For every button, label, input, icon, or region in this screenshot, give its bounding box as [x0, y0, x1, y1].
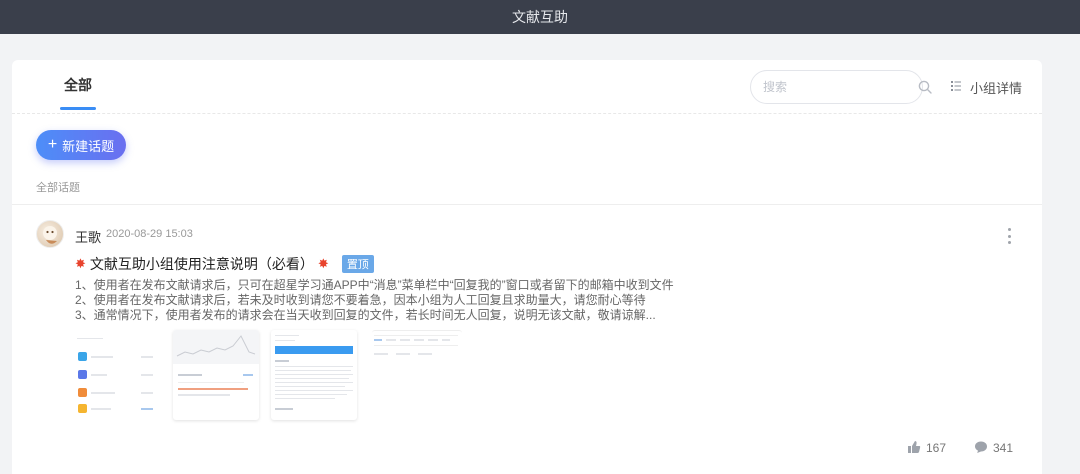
- comment-count[interactable]: 341: [974, 440, 1013, 456]
- group-detail-link[interactable]: 小组详情: [950, 78, 1022, 96]
- post-title-row[interactable]: ✸ 文献互助小组使用注意说明（必看） ✸ 置顶: [75, 255, 374, 273]
- search-icon[interactable]: [918, 80, 932, 94]
- post-body-line: 1、使用者在发布文献请求后，只可在超星学习通APP中“消息”菜单栏中“回复我的”…: [75, 278, 674, 292]
- comment-count-value: 341: [993, 441, 1014, 455]
- group-card: 全部 小组详情: [12, 60, 1042, 474]
- post-title[interactable]: 文献互助小组使用注意说明（必看）: [90, 254, 314, 274]
- tab-all[interactable]: 全部: [60, 60, 96, 110]
- search-input[interactable]: [763, 80, 918, 94]
- post-body-line: 2、使用者在发布文献请求后，若未及时收到请您不要着急，因本小组为人工回复且求助量…: [75, 293, 646, 307]
- post-image-thumbnail[interactable]: [173, 330, 259, 420]
- section-label: 全部话题: [36, 182, 80, 194]
- like-count-value: 167: [926, 441, 947, 455]
- chart-thumbnail-graphic: [173, 330, 259, 364]
- plus-icon: +: [47, 136, 58, 153]
- more-vertical-icon[interactable]: [1006, 228, 1012, 244]
- list-icon: [950, 80, 962, 95]
- app-title: 文献互助: [512, 9, 568, 25]
- search-box: [750, 70, 932, 104]
- post-body-line: 3、通常情况下，使用者发布的请求会在当天收到回复的文件，若长时间无人回复，说明无…: [75, 308, 656, 322]
- post-image-thumbnail[interactable]: [372, 330, 462, 370]
- pin-badge: 置顶: [341, 255, 374, 273]
- tab-active-indicator: [60, 107, 96, 110]
- app-header: 文献互助: [0, 0, 1080, 34]
- post-time: 2020-08-29 15:03: [106, 228, 193, 240]
- comment-icon: [974, 440, 988, 457]
- new-topic-button[interactable]: + 新建话题: [36, 130, 126, 160]
- burst-emoji-icon: ✸: [75, 256, 86, 271]
- thumbs-up-icon: [907, 440, 921, 457]
- divider: [12, 204, 1042, 205]
- burst-emoji-icon: ✸: [317, 256, 329, 271]
- avatar[interactable]: [36, 220, 64, 248]
- group-detail-label: 小组详情: [970, 80, 1023, 96]
- like-count[interactable]: 167: [907, 440, 946, 456]
- new-topic-label: 新建话题: [62, 138, 115, 154]
- post-body[interactable]: 1、使用者在发布文献请求后，只可在超星学习通APP中“消息”菜单栏中“回复我的”…: [75, 278, 775, 323]
- post-author[interactable]: 王歌: [75, 227, 101, 246]
- post-image-thumbnail[interactable]: [271, 330, 357, 420]
- tabs-bar: 全部 小组详情: [12, 60, 1042, 114]
- post-image-thumbnail[interactable]: [75, 330, 161, 420]
